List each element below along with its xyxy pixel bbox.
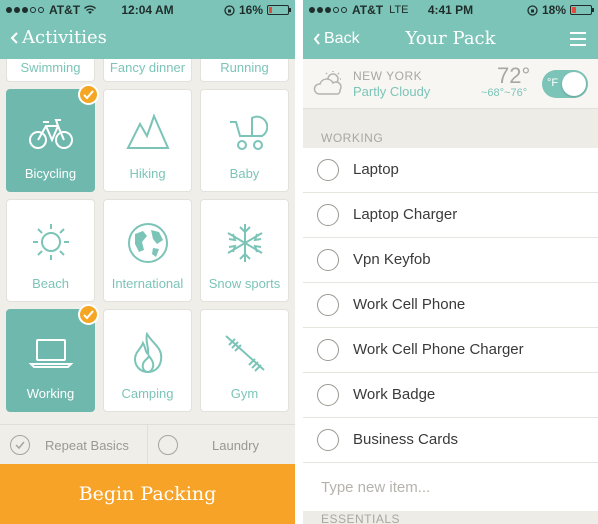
dumbbell-icon: [224, 335, 265, 372]
pack-item-label: Laptop Charger: [353, 206, 458, 223]
tile-baby[interactable]: Baby: [200, 89, 289, 192]
tile-beach[interactable]: Beach: [6, 199, 95, 302]
list-top-spacer: [303, 109, 598, 128]
laundry-label: Laundry: [212, 437, 259, 453]
repeat-basics-label: Repeat Basics: [45, 437, 129, 453]
battery-icon: [570, 5, 594, 15]
tile-label: Swimming: [20, 60, 81, 75]
pack-item[interactable]: Work Cell Phone: [303, 283, 598, 328]
snowflake-icon: [226, 224, 263, 262]
back-button[interactable]: Activities: [10, 27, 107, 48]
unit-label: °F: [547, 77, 559, 89]
check-icon: [10, 435, 30, 455]
tile-label: Snow sports: [208, 276, 281, 291]
battery-percent: 16%: [238, 3, 263, 17]
pack-item-label: Laptop: [353, 161, 399, 178]
pack-item[interactable]: Work Badge: [303, 373, 598, 418]
new-item-input[interactable]: [321, 476, 581, 498]
tile-label: Bicycling: [24, 166, 77, 181]
tile-international[interactable]: International: [103, 199, 192, 302]
mountains-icon: [125, 113, 170, 149]
unit-toggle[interactable]: °F: [542, 70, 588, 98]
selected-check-icon: [78, 84, 99, 105]
tile-running[interactable]: Running: [200, 59, 289, 82]
pack-item-label: Business Cards: [353, 431, 459, 448]
radio-circle-icon: [158, 435, 178, 455]
laundry-option[interactable]: Laundry: [158, 425, 259, 465]
checkbox-circle-icon[interactable]: [317, 384, 339, 406]
status-bar: AT&T LTE 4:41 PM 18%: [303, 0, 598, 20]
laptop-icon: [28, 339, 73, 368]
pack-item-label: Work Cell Phone: [353, 296, 466, 313]
tile-label: Baby: [229, 166, 260, 181]
tile-label: Working: [26, 386, 75, 401]
chevron-left-icon: [10, 31, 18, 44]
pack-item[interactable]: Vpn Keyfob: [303, 238, 598, 283]
checkbox-circle-icon[interactable]: [317, 294, 339, 316]
checkbox-circle-icon[interactable]: [317, 339, 339, 361]
pack-item[interactable]: Work Cell Phone Charger: [303, 328, 598, 373]
tile-working[interactable]: Working: [6, 309, 95, 412]
tile-label: Running: [220, 60, 269, 75]
repeat-basics-option[interactable]: Repeat Basics: [10, 425, 129, 465]
page-title: Your Pack: [405, 28, 496, 49]
tile-gym[interactable]: Gym: [200, 309, 289, 412]
tile-label: Gym: [230, 386, 259, 401]
partly-cloudy-icon: [313, 71, 342, 95]
activities-screen: AT&T 12:04 AM 16% Activities Swimming Fa…: [0, 0, 295, 524]
pack-item[interactable]: Business Cards: [303, 418, 598, 463]
tile-swimming[interactable]: Swimming: [6, 59, 95, 82]
nav-bar: Activities: [0, 20, 295, 59]
toggle-knob: [562, 72, 586, 96]
tile-camping[interactable]: Camping: [103, 309, 192, 412]
nav-bar: Back Your Pack: [303, 20, 598, 59]
pack-item[interactable]: Laptop Charger: [303, 193, 598, 238]
begin-packing-button[interactable]: Begin Packing: [0, 464, 295, 524]
selected-check-icon: [78, 304, 99, 325]
your-pack-screen: AT&T LTE 4:41 PM 18% Back Your Pack NEW …: [303, 0, 598, 524]
weather-city: NEW YORK: [353, 69, 423, 83]
pack-item[interactable]: Laptop: [303, 148, 598, 193]
stroller-icon: [229, 115, 268, 150]
bicycle-icon: [28, 119, 73, 149]
weather-condition: Partly Cloudy: [353, 84, 431, 99]
flame-icon: [133, 332, 162, 374]
checkbox-circle-icon[interactable]: [317, 204, 339, 226]
checkbox-circle-icon[interactable]: [317, 429, 339, 451]
battery-icon: [267, 5, 291, 15]
new-item-row: [303, 464, 598, 511]
orientation-lock-icon: [224, 4, 235, 16]
checkbox-circle-icon[interactable]: [317, 159, 339, 181]
tile-fancy-dinner[interactable]: Fancy dinner: [103, 59, 192, 82]
tile-hiking[interactable]: Hiking: [103, 89, 192, 192]
tile-label: International: [111, 276, 184, 291]
screen-gap: [295, 0, 303, 524]
section-header-working: WORKING: [303, 128, 598, 148]
pack-item-label: Vpn Keyfob: [353, 251, 431, 268]
menu-icon[interactable]: [570, 32, 586, 46]
tile-label: Fancy dinner: [109, 60, 186, 75]
sun-icon: [32, 224, 69, 260]
tile-bicycling[interactable]: Bicycling: [6, 89, 95, 192]
orientation-lock-icon: [527, 4, 538, 16]
battery-percent: 18%: [541, 3, 566, 17]
activity-grid: Swimming Fancy dinner Running Bicycling …: [0, 59, 295, 424]
pack-item-label: Work Badge: [353, 386, 436, 403]
globe-icon: [127, 223, 168, 263]
weather-range: ~68°~76°: [481, 87, 528, 99]
pack-options: Repeat Basics Laundry: [0, 424, 295, 465]
weather-bar: NEW YORK Partly Cloudy 72° ~68°~76° °F: [303, 59, 598, 109]
pack-item-label: Work Cell Phone Charger: [353, 341, 524, 358]
back-label: Activities: [22, 27, 107, 48]
options-divider: [147, 425, 148, 465]
status-bar: AT&T 12:04 AM 16%: [0, 0, 295, 20]
tile-label: Beach: [32, 276, 69, 291]
checkbox-circle-icon[interactable]: [317, 249, 339, 271]
tile-snow-sports[interactable]: Snow sports: [200, 199, 289, 302]
weather-temp: 72°: [497, 63, 531, 88]
section-header-essentials: ESSENTIALS: [303, 511, 598, 524]
tile-label: Camping: [121, 386, 174, 401]
tile-label: Hiking: [129, 166, 166, 181]
